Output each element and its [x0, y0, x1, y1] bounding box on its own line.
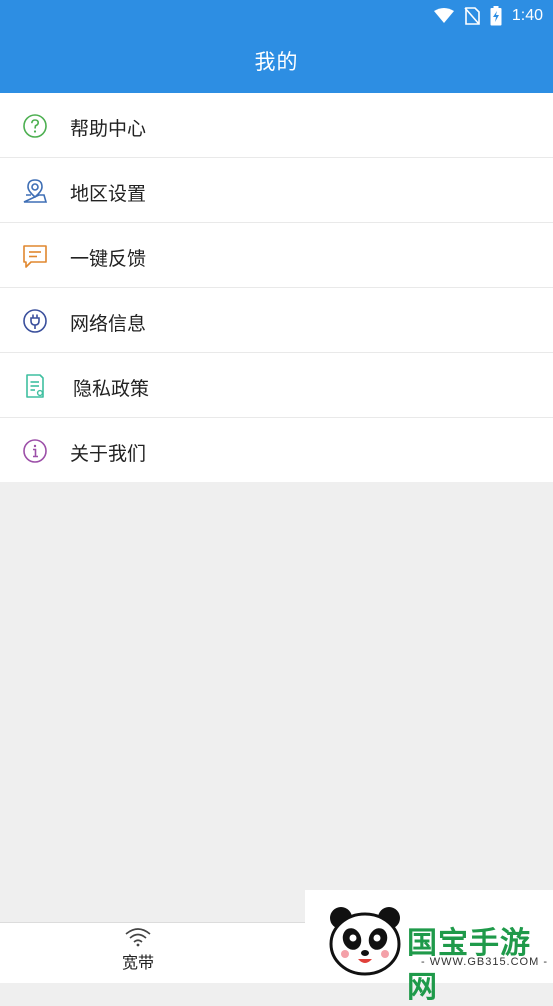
menu-item-region-settings[interactable]: 地区设置 — [0, 158, 553, 223]
no-sim-icon — [464, 7, 480, 25]
page-title: 我的 — [254, 50, 299, 74]
status-time: 1:40 — [511, 7, 543, 24]
help-icon — [23, 114, 47, 138]
menu-item-help-center[interactable]: 帮助中心 — [0, 93, 553, 158]
menu-item-label: 地区设置 — [70, 183, 147, 205]
watermark-url: - WWW.GB315.COM - — [421, 956, 548, 968]
menu-item-feedback[interactable]: 一键反馈 — [0, 223, 553, 288]
menu-item-about-us[interactable]: 关于我们 — [0, 418, 553, 482]
info-icon — [23, 439, 47, 463]
status-bar: 1:40 — [433, 4, 543, 28]
tab-broadband[interactable]: 宽带 — [88, 927, 188, 981]
menu-item-label: 帮助中心 — [70, 118, 147, 140]
settings-menu: 帮助中心 地区设置 一键反馈 网络信息 隐私政策 关于我们 — [0, 93, 553, 482]
wifi-signal-icon — [433, 8, 454, 23]
menu-item-network-info[interactable]: 网络信息 — [0, 288, 553, 353]
document-icon — [26, 374, 44, 398]
menu-item-label: 网络信息 — [70, 313, 147, 335]
battery-charging-icon — [490, 6, 502, 26]
panda-logo-icon — [329, 907, 401, 976]
app-header: 1:40 我的 — [0, 0, 553, 93]
menu-item-label: 一键反馈 — [70, 248, 147, 270]
feedback-icon — [23, 245, 47, 268]
menu-item-label: 关于我们 — [70, 443, 147, 465]
menu-item-label: 隐私政策 — [73, 378, 150, 400]
menu-item-privacy-policy[interactable]: 隐私政策 — [0, 353, 553, 418]
location-pin-icon — [23, 179, 48, 203]
watermark: 国宝手游网 - WWW.GB315.COM - — [305, 890, 553, 1005]
wifi-icon — [125, 928, 151, 947]
tab-label: 宽带 — [121, 953, 154, 972]
plug-icon — [23, 309, 47, 333]
